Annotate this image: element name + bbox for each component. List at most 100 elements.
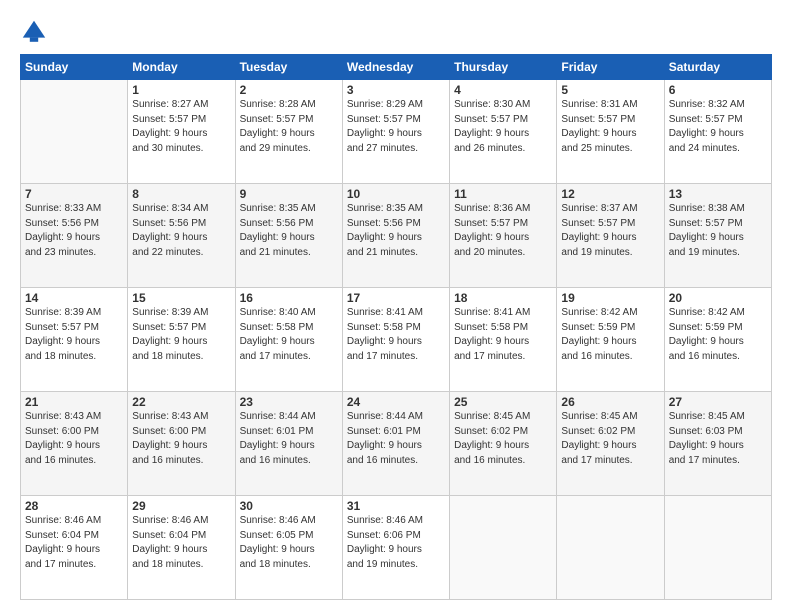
calendar-cell: 10Sunrise: 8:35 AMSunset: 5:56 PMDayligh… xyxy=(342,184,449,288)
day-number: 17 xyxy=(347,291,445,305)
day-number: 8 xyxy=(132,187,230,201)
header xyxy=(20,18,772,46)
day-number: 18 xyxy=(454,291,552,305)
calendar-week-row: 7Sunrise: 8:33 AMSunset: 5:56 PMDaylight… xyxy=(21,184,772,288)
calendar-cell: 31Sunrise: 8:46 AMSunset: 6:06 PMDayligh… xyxy=(342,496,449,600)
day-number: 6 xyxy=(669,83,767,97)
calendar-cell: 19Sunrise: 8:42 AMSunset: 5:59 PMDayligh… xyxy=(557,288,664,392)
day-info: Sunrise: 8:44 AMSunset: 6:01 PMDaylight:… xyxy=(347,410,445,468)
day-number: 29 xyxy=(132,499,230,513)
day-number: 4 xyxy=(454,83,552,97)
day-info: Sunrise: 8:34 AMSunset: 5:56 PMDaylight:… xyxy=(132,202,230,260)
calendar-cell: 14Sunrise: 8:39 AMSunset: 5:57 PMDayligh… xyxy=(21,288,128,392)
day-number: 12 xyxy=(561,187,659,201)
logo-icon xyxy=(20,18,48,46)
calendar-cell: 21Sunrise: 8:43 AMSunset: 6:00 PMDayligh… xyxy=(21,392,128,496)
day-number: 19 xyxy=(561,291,659,305)
day-number: 24 xyxy=(347,395,445,409)
calendar-cell: 11Sunrise: 8:36 AMSunset: 5:57 PMDayligh… xyxy=(450,184,557,288)
day-number: 15 xyxy=(132,291,230,305)
calendar-cell: 5Sunrise: 8:31 AMSunset: 5:57 PMDaylight… xyxy=(557,80,664,184)
calendar-header-wednesday: Wednesday xyxy=(342,55,449,80)
calendar-cell: 24Sunrise: 8:44 AMSunset: 6:01 PMDayligh… xyxy=(342,392,449,496)
day-number: 7 xyxy=(25,187,123,201)
calendar-cell: 22Sunrise: 8:43 AMSunset: 6:00 PMDayligh… xyxy=(128,392,235,496)
calendar-cell: 26Sunrise: 8:45 AMSunset: 6:02 PMDayligh… xyxy=(557,392,664,496)
day-info: Sunrise: 8:39 AMSunset: 5:57 PMDaylight:… xyxy=(132,306,230,364)
day-info: Sunrise: 8:33 AMSunset: 5:56 PMDaylight:… xyxy=(25,202,123,260)
calendar-cell xyxy=(21,80,128,184)
calendar-cell: 16Sunrise: 8:40 AMSunset: 5:58 PMDayligh… xyxy=(235,288,342,392)
day-info: Sunrise: 8:36 AMSunset: 5:57 PMDaylight:… xyxy=(454,202,552,260)
day-info: Sunrise: 8:44 AMSunset: 6:01 PMDaylight:… xyxy=(240,410,338,468)
calendar-cell: 4Sunrise: 8:30 AMSunset: 5:57 PMDaylight… xyxy=(450,80,557,184)
calendar-cell: 1Sunrise: 8:27 AMSunset: 5:57 PMDaylight… xyxy=(128,80,235,184)
day-info: Sunrise: 8:31 AMSunset: 5:57 PMDaylight:… xyxy=(561,98,659,156)
day-info: Sunrise: 8:46 AMSunset: 6:05 PMDaylight:… xyxy=(240,514,338,572)
calendar-table: SundayMondayTuesdayWednesdayThursdayFrid… xyxy=(20,54,772,600)
day-number: 23 xyxy=(240,395,338,409)
calendar-cell: 17Sunrise: 8:41 AMSunset: 5:58 PMDayligh… xyxy=(342,288,449,392)
calendar-cell: 8Sunrise: 8:34 AMSunset: 5:56 PMDaylight… xyxy=(128,184,235,288)
calendar-cell: 12Sunrise: 8:37 AMSunset: 5:57 PMDayligh… xyxy=(557,184,664,288)
day-number: 5 xyxy=(561,83,659,97)
calendar-cell: 30Sunrise: 8:46 AMSunset: 6:05 PMDayligh… xyxy=(235,496,342,600)
day-info: Sunrise: 8:35 AMSunset: 5:56 PMDaylight:… xyxy=(240,202,338,260)
day-number: 28 xyxy=(25,499,123,513)
day-info: Sunrise: 8:35 AMSunset: 5:56 PMDaylight:… xyxy=(347,202,445,260)
day-info: Sunrise: 8:43 AMSunset: 6:00 PMDaylight:… xyxy=(132,410,230,468)
day-number: 25 xyxy=(454,395,552,409)
day-number: 27 xyxy=(669,395,767,409)
day-info: Sunrise: 8:43 AMSunset: 6:00 PMDaylight:… xyxy=(25,410,123,468)
day-number: 14 xyxy=(25,291,123,305)
day-info: Sunrise: 8:45 AMSunset: 6:03 PMDaylight:… xyxy=(669,410,767,468)
calendar-cell: 7Sunrise: 8:33 AMSunset: 5:56 PMDaylight… xyxy=(21,184,128,288)
day-info: Sunrise: 8:39 AMSunset: 5:57 PMDaylight:… xyxy=(25,306,123,364)
logo xyxy=(20,18,52,46)
day-info: Sunrise: 8:40 AMSunset: 5:58 PMDaylight:… xyxy=(240,306,338,364)
calendar-cell: 27Sunrise: 8:45 AMSunset: 6:03 PMDayligh… xyxy=(664,392,771,496)
day-number: 11 xyxy=(454,187,552,201)
calendar-week-row: 21Sunrise: 8:43 AMSunset: 6:00 PMDayligh… xyxy=(21,392,772,496)
day-info: Sunrise: 8:29 AMSunset: 5:57 PMDaylight:… xyxy=(347,98,445,156)
day-number: 1 xyxy=(132,83,230,97)
calendar-cell: 2Sunrise: 8:28 AMSunset: 5:57 PMDaylight… xyxy=(235,80,342,184)
day-number: 10 xyxy=(347,187,445,201)
day-number: 26 xyxy=(561,395,659,409)
calendar-cell: 28Sunrise: 8:46 AMSunset: 6:04 PMDayligh… xyxy=(21,496,128,600)
day-info: Sunrise: 8:38 AMSunset: 5:57 PMDaylight:… xyxy=(669,202,767,260)
day-info: Sunrise: 8:37 AMSunset: 5:57 PMDaylight:… xyxy=(561,202,659,260)
day-number: 16 xyxy=(240,291,338,305)
page: SundayMondayTuesdayWednesdayThursdayFrid… xyxy=(0,0,792,612)
calendar-header-thursday: Thursday xyxy=(450,55,557,80)
calendar-week-row: 28Sunrise: 8:46 AMSunset: 6:04 PMDayligh… xyxy=(21,496,772,600)
day-number: 3 xyxy=(347,83,445,97)
day-info: Sunrise: 8:42 AMSunset: 5:59 PMDaylight:… xyxy=(561,306,659,364)
calendar-cell xyxy=(557,496,664,600)
day-info: Sunrise: 8:45 AMSunset: 6:02 PMDaylight:… xyxy=(454,410,552,468)
day-info: Sunrise: 8:46 AMSunset: 6:06 PMDaylight:… xyxy=(347,514,445,572)
calendar-cell: 9Sunrise: 8:35 AMSunset: 5:56 PMDaylight… xyxy=(235,184,342,288)
calendar-header-saturday: Saturday xyxy=(664,55,771,80)
day-number: 22 xyxy=(132,395,230,409)
day-number: 30 xyxy=(240,499,338,513)
calendar-cell: 23Sunrise: 8:44 AMSunset: 6:01 PMDayligh… xyxy=(235,392,342,496)
day-info: Sunrise: 8:28 AMSunset: 5:57 PMDaylight:… xyxy=(240,98,338,156)
day-number: 21 xyxy=(25,395,123,409)
day-number: 13 xyxy=(669,187,767,201)
day-number: 20 xyxy=(669,291,767,305)
calendar-cell: 20Sunrise: 8:42 AMSunset: 5:59 PMDayligh… xyxy=(664,288,771,392)
calendar-header-monday: Monday xyxy=(128,55,235,80)
day-number: 31 xyxy=(347,499,445,513)
calendar-cell xyxy=(450,496,557,600)
calendar-cell: 6Sunrise: 8:32 AMSunset: 5:57 PMDaylight… xyxy=(664,80,771,184)
calendar-header-tuesday: Tuesday xyxy=(235,55,342,80)
calendar-cell: 13Sunrise: 8:38 AMSunset: 5:57 PMDayligh… xyxy=(664,184,771,288)
calendar-header-friday: Friday xyxy=(557,55,664,80)
day-number: 9 xyxy=(240,187,338,201)
day-info: Sunrise: 8:46 AMSunset: 6:04 PMDaylight:… xyxy=(25,514,123,572)
day-number: 2 xyxy=(240,83,338,97)
day-info: Sunrise: 8:46 AMSunset: 6:04 PMDaylight:… xyxy=(132,514,230,572)
calendar-cell: 29Sunrise: 8:46 AMSunset: 6:04 PMDayligh… xyxy=(128,496,235,600)
day-info: Sunrise: 8:32 AMSunset: 5:57 PMDaylight:… xyxy=(669,98,767,156)
